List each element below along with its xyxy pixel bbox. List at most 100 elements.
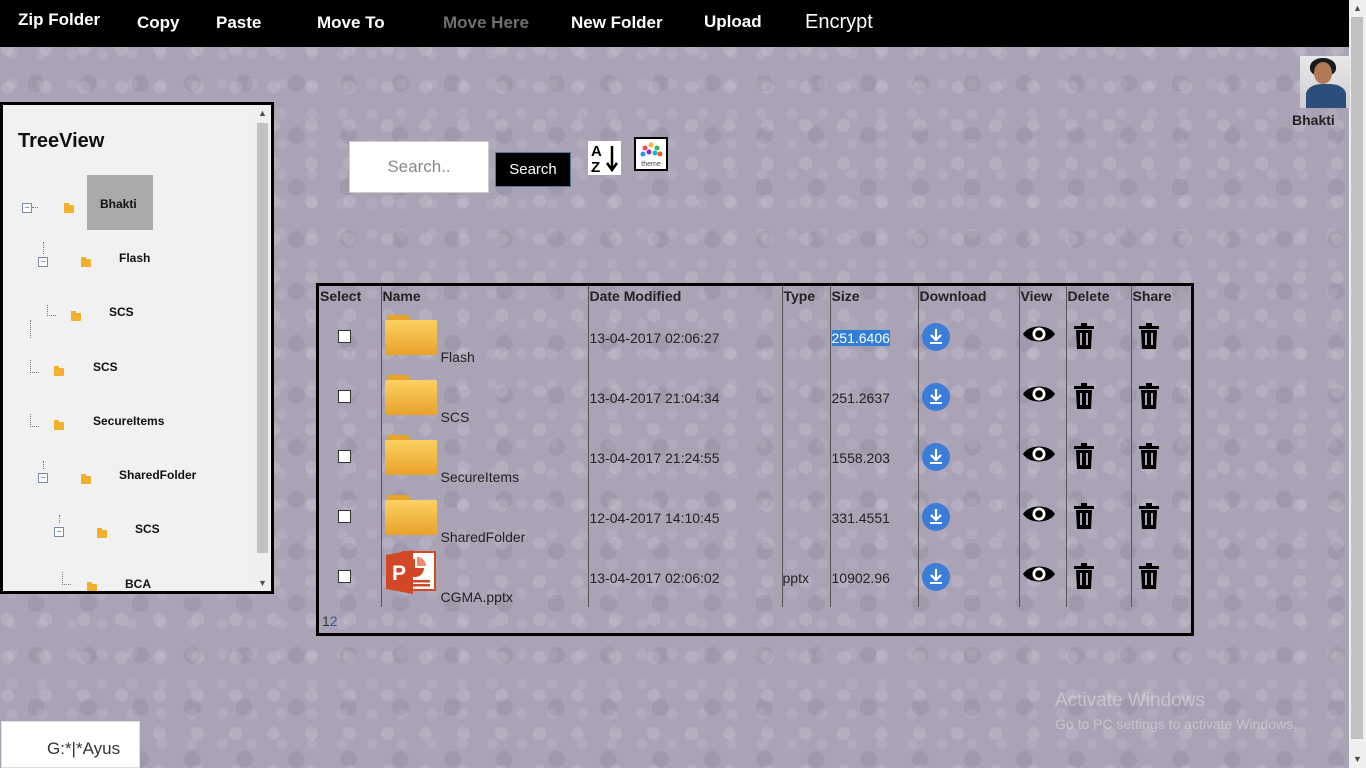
eye-icon[interactable] bbox=[1022, 322, 1056, 349]
col-header-view[interactable]: View bbox=[1018, 286, 1066, 307]
tree-node-scs[interactable]: SCS bbox=[135, 522, 160, 536]
view-cell bbox=[1018, 367, 1066, 427]
upload-button[interactable]: Upload bbox=[704, 0, 762, 46]
share-trash-icon[interactable] bbox=[1138, 563, 1160, 592]
eye-icon[interactable] bbox=[1022, 562, 1056, 589]
row-select-checkbox[interactable] bbox=[338, 330, 351, 343]
eye-icon[interactable] bbox=[1022, 382, 1056, 409]
share-trash-icon[interactable] bbox=[1138, 503, 1160, 532]
delete-cell bbox=[1065, 307, 1131, 367]
folder-icon bbox=[54, 420, 64, 430]
user-avatar[interactable] bbox=[1300, 56, 1350, 108]
folder-icon[interactable] bbox=[384, 495, 437, 535]
file-name[interactable]: SecureItems bbox=[441, 469, 520, 485]
file-name[interactable]: SCS bbox=[441, 409, 470, 425]
col-header-date-modified[interactable]: Date Modified bbox=[587, 286, 782, 307]
file-name[interactable]: Flash bbox=[441, 349, 475, 365]
scroll-down-arrow-icon[interactable]: ▼ bbox=[1349, 751, 1366, 768]
eye-icon[interactable] bbox=[1022, 502, 1056, 529]
download-icon[interactable] bbox=[921, 443, 950, 471]
move-to-button[interactable]: Move To bbox=[317, 0, 385, 47]
search-input[interactable] bbox=[349, 141, 489, 193]
new-folder-button[interactable]: New Folder bbox=[571, 0, 663, 47]
collapse-toggle-icon[interactable]: − bbox=[22, 203, 32, 213]
delete-trash-icon[interactable] bbox=[1073, 443, 1095, 472]
tree-node-flash[interactable]: Flash bbox=[119, 251, 150, 265]
folder-icon[interactable] bbox=[384, 435, 437, 475]
tree-node-bhakti[interactable]: Bhakti bbox=[100, 197, 137, 211]
tree-node-sharedfolder[interactable]: SharedFolder bbox=[119, 468, 196, 482]
date-modified: 13-04-2017 02:06:27 bbox=[589, 330, 720, 346]
table-row[interactable]: P CGMA.pptx 13-04-2017 02:06:02 pptx 10902.9… bbox=[319, 547, 1191, 607]
top-toolbar: Zip Folder Copy Paste Move To Move Here … bbox=[0, 0, 1349, 47]
tree-scrollbar-thumb[interactable] bbox=[257, 123, 268, 553]
row-select-checkbox[interactable] bbox=[338, 570, 351, 583]
col-header-size[interactable]: Size bbox=[829, 286, 918, 307]
tree-view-title: TreeView bbox=[18, 130, 105, 152]
col-header-delete[interactable]: Delete bbox=[1065, 286, 1131, 307]
col-header-name[interactable]: Name bbox=[380, 286, 588, 307]
row-select-checkbox[interactable] bbox=[338, 510, 351, 523]
move-here-button[interactable]: Move Here bbox=[443, 0, 529, 47]
page-link-2[interactable]: 2 bbox=[330, 613, 338, 629]
eye-icon[interactable] bbox=[1022, 442, 1056, 469]
download-cell bbox=[917, 487, 1019, 547]
tree-node-scs[interactable]: SCS bbox=[109, 305, 134, 319]
tree-node-bca[interactable]: BCA bbox=[125, 577, 151, 591]
download-icon[interactable] bbox=[921, 563, 950, 591]
search-button[interactable]: Search bbox=[495, 152, 571, 187]
download-icon[interactable] bbox=[921, 323, 950, 351]
tree-node-scs[interactable]: SCS bbox=[93, 360, 118, 374]
type-cell bbox=[781, 487, 830, 547]
share-trash-icon[interactable] bbox=[1138, 443, 1160, 472]
download-icon[interactable] bbox=[921, 503, 950, 531]
tree-scrollbar[interactable]: ▲ ▼ bbox=[254, 105, 271, 591]
collapse-toggle-icon[interactable]: − bbox=[38, 257, 48, 267]
view-cell bbox=[1018, 547, 1066, 607]
delete-trash-icon[interactable] bbox=[1073, 383, 1095, 412]
collapse-toggle-icon[interactable]: − bbox=[38, 473, 48, 483]
activate-windows-watermark: Activate Windows Go to PC settings to ac… bbox=[1055, 690, 1297, 732]
col-header-select[interactable]: Select bbox=[319, 286, 381, 307]
file-name[interactable]: SharedFolder bbox=[441, 529, 526, 545]
file-table: Select Name Date Modified Type Size Down… bbox=[319, 286, 1191, 607]
tree-node-secureitems[interactable]: SecureItems bbox=[93, 414, 164, 428]
share-trash-icon[interactable] bbox=[1138, 323, 1160, 352]
user-name: Bhakti bbox=[1292, 112, 1335, 128]
download-cell bbox=[917, 307, 1019, 367]
row-select-checkbox[interactable] bbox=[338, 390, 351, 403]
file-name[interactable]: CGMA.pptx bbox=[441, 589, 513, 605]
encrypt-button[interactable]: Encrypt bbox=[805, 0, 873, 47]
row-select-checkbox[interactable] bbox=[338, 450, 351, 463]
powerpoint-icon[interactable]: P bbox=[385, 549, 437, 595]
delete-trash-icon[interactable] bbox=[1073, 323, 1095, 352]
table-row[interactable]: Flash 13-04-2017 02:06:27 251.6406 bbox=[319, 307, 1191, 367]
page-scrollbar[interactable]: ▲ ▼ bbox=[1349, 0, 1366, 768]
page-link-1[interactable]: 1 bbox=[322, 613, 330, 629]
date-modified: 13-04-2017 02:06:02 bbox=[589, 570, 720, 586]
theme-palette-icon[interactable]: theme bbox=[634, 137, 668, 171]
delete-trash-icon[interactable] bbox=[1073, 503, 1095, 532]
table-row[interactable]: SharedFolder 12-04-2017 14:10:45 331.4551 bbox=[319, 487, 1191, 547]
folder-icon[interactable] bbox=[384, 315, 437, 355]
page-scrollbar-thumb[interactable] bbox=[1351, 17, 1363, 739]
paste-button[interactable]: Paste bbox=[216, 0, 261, 47]
col-header-type[interactable]: Type bbox=[781, 286, 830, 307]
delete-trash-icon[interactable] bbox=[1073, 563, 1095, 592]
zip-folder-button[interactable]: Zip Folder bbox=[18, 0, 100, 44]
collapse-toggle-icon[interactable]: − bbox=[54, 527, 64, 537]
share-cell bbox=[1130, 487, 1191, 547]
sort-alpha-down-icon[interactable]: A Z bbox=[588, 141, 621, 176]
table-row[interactable]: SCS 13-04-2017 21:04:34 251.2637 bbox=[319, 367, 1191, 427]
current-path-field[interactable]: G:*|*Ayus bbox=[1, 721, 140, 768]
share-trash-icon[interactable] bbox=[1138, 383, 1160, 412]
copy-button[interactable]: Copy bbox=[137, 0, 180, 47]
download-icon[interactable] bbox=[921, 383, 950, 411]
col-header-download[interactable]: Download bbox=[917, 286, 1019, 307]
scroll-up-arrow-icon[interactable]: ▲ bbox=[1349, 0, 1366, 17]
col-header-share[interactable]: Share bbox=[1130, 286, 1191, 307]
scroll-up-arrow-icon[interactable]: ▲ bbox=[254, 105, 271, 121]
table-row[interactable]: SecureItems 13-04-2017 21:24:55 1558.203 bbox=[319, 427, 1191, 487]
folder-icon[interactable] bbox=[384, 375, 437, 415]
scroll-down-arrow-icon[interactable]: ▼ bbox=[254, 575, 271, 591]
